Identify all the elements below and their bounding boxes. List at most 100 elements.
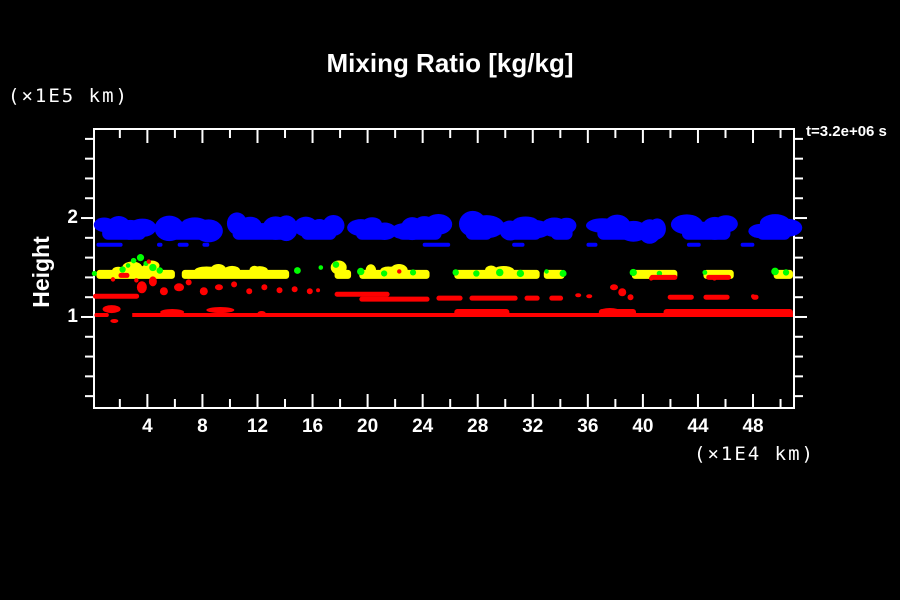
blue-cloud-blob	[541, 217, 577, 239]
red-layer-blob	[231, 281, 237, 287]
blue-cloud-blob	[671, 214, 738, 239]
x-tick-label: 48	[728, 416, 778, 438]
x-tick-label: 40	[618, 416, 668, 438]
red-speck	[111, 277, 115, 281]
ellipse	[128, 219, 156, 237]
axis-ticks	[81, 130, 807, 407]
red-layer-segment	[469, 296, 517, 301]
surface-line-thick	[454, 309, 509, 317]
red-speck	[147, 259, 151, 263]
y-axis-unit-label: (×1E5 km)	[8, 85, 129, 107]
red-layer-segment	[703, 295, 729, 300]
green-speck	[771, 268, 779, 276]
green-speck	[702, 270, 707, 275]
ellipse	[322, 215, 344, 236]
red-layer-blob	[186, 279, 192, 285]
red-layer-blob	[200, 287, 208, 295]
surface-blob	[600, 308, 620, 314]
blue-cloud-base-dash	[512, 243, 524, 247]
blue-cloud-blob	[227, 212, 298, 241]
x-tick-label: 16	[288, 416, 338, 438]
green-speck	[473, 270, 479, 276]
ellipse	[425, 214, 453, 235]
blue-cloud-blob	[294, 215, 345, 240]
red-layer-blob	[174, 283, 184, 291]
surface-blob	[206, 307, 234, 313]
blue-cloud-base-dash	[687, 243, 701, 247]
green-speck	[357, 268, 364, 275]
red-layer-blob	[261, 284, 267, 290]
blue-cloud-base-dash	[96, 243, 122, 247]
red-layer-blob	[246, 288, 252, 294]
blue-cloud-blob	[459, 211, 505, 240]
red-speck	[134, 278, 138, 282]
yellow-blob	[122, 262, 142, 274]
ellipse	[557, 218, 577, 234]
x-axis-unit-label: (×1E4 km)	[694, 443, 815, 465]
blue-cloud-base-dash	[586, 243, 597, 247]
blue-cloud-base-dash	[423, 243, 451, 247]
surface-rain-line	[94, 305, 793, 323]
red-layer-blob	[149, 276, 157, 286]
red-layer-segment	[436, 296, 462, 301]
green-speck	[92, 271, 97, 276]
green-speck	[157, 267, 163, 273]
x-tick-label: 20	[343, 416, 393, 438]
yellow-bump	[366, 264, 377, 276]
ellipse	[194, 219, 223, 242]
green-speck	[496, 269, 503, 276]
green-speck	[517, 270, 524, 277]
surface-blob	[258, 311, 266, 315]
green-speck	[544, 269, 548, 273]
layer-upper-cloud	[94, 211, 802, 247]
screen: { "page": { "background": "#000000", "fo…	[0, 0, 900, 600]
red-layer-segment	[668, 295, 694, 300]
blue-cloud-blob	[94, 216, 157, 240]
green-speck	[294, 267, 301, 274]
green-speck	[126, 263, 131, 268]
green-speck	[333, 261, 340, 268]
red-layer-blob	[277, 287, 283, 293]
ellipse	[775, 219, 803, 237]
ellipse	[714, 215, 738, 232]
green-speck	[410, 269, 416, 275]
surface-blob	[683, 309, 699, 315]
x-tick-label: 36	[563, 416, 613, 438]
surface-line-fragment	[94, 313, 108, 317]
x-tick-label: 44	[673, 416, 723, 438]
plot-title: Mixing Ratio [kg/kg]	[0, 48, 900, 79]
green-speck	[630, 269, 637, 276]
plot-area	[93, 128, 795, 409]
surface-line-thick	[664, 309, 793, 317]
x-tick-label: 24	[398, 416, 448, 438]
green-speck	[381, 270, 387, 276]
x-tick-label: 28	[453, 416, 503, 438]
red-layer-segment	[118, 273, 129, 278]
blue-cloud-base-dash	[741, 243, 755, 247]
red-layer-segment	[525, 296, 540, 301]
blue-cloud-base-dash	[157, 243, 163, 247]
surface-blob	[103, 305, 121, 313]
ellipse	[469, 215, 505, 238]
ellipse	[648, 218, 665, 239]
green-speck	[452, 269, 458, 275]
y-tick-label: 2	[40, 208, 78, 228]
x-tick-label: 4	[122, 416, 172, 438]
x-tick-label: 8	[177, 416, 227, 438]
blue-cloud-blob	[638, 218, 665, 243]
blue-cloud-base-dash	[178, 243, 189, 247]
green-speck	[137, 254, 144, 261]
red-layer-blob	[137, 281, 147, 293]
red-layer-segment	[335, 292, 390, 297]
red-layer-blob	[316, 288, 320, 292]
blue-cloud-blob	[347, 217, 397, 240]
green-speck	[318, 265, 323, 270]
surface-blob	[110, 319, 118, 323]
yellow-bump	[485, 265, 497, 275]
x-tick-label: 12	[232, 416, 282, 438]
surface-blob	[160, 309, 184, 315]
red-layer-segment	[650, 275, 678, 280]
yellow-blob	[331, 261, 347, 275]
blue-cloud-base-dash	[202, 243, 209, 247]
red-layer-blob	[575, 293, 581, 297]
